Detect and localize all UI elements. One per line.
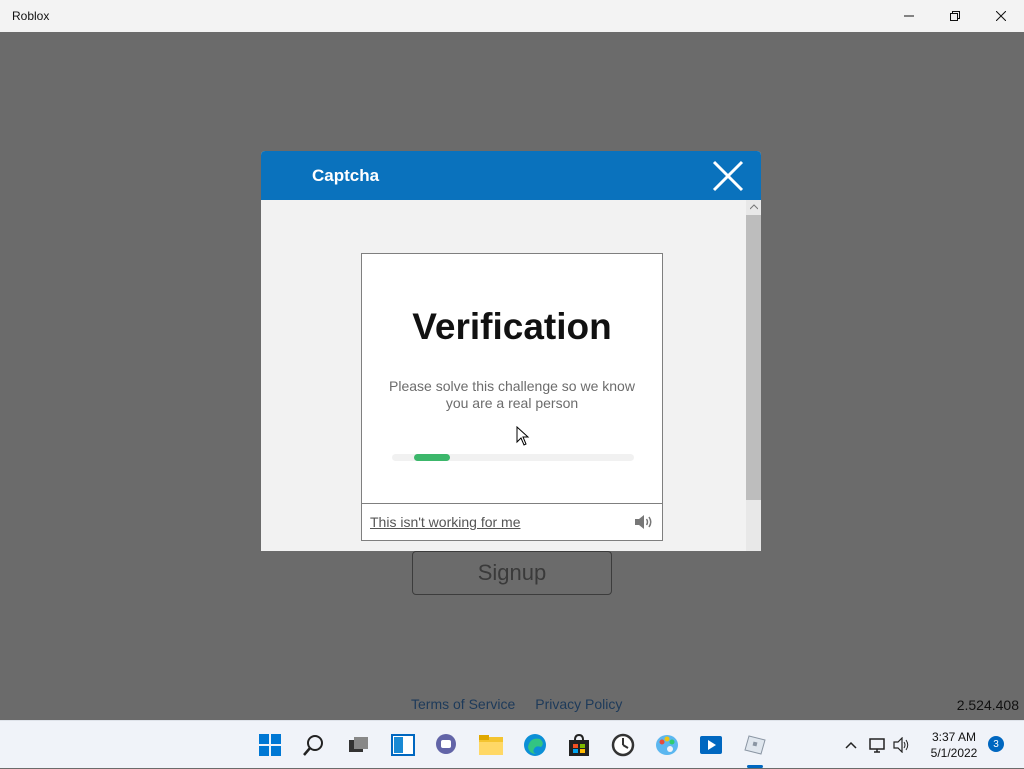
- system-tray: [842, 721, 914, 769]
- minimize-button[interactable]: [886, 0, 932, 32]
- challenge-heading: Verification: [412, 306, 612, 347]
- terms-link[interactable]: Terms of Service: [411, 696, 515, 712]
- not-working-link[interactable]: This isn't working for me: [370, 514, 521, 530]
- clock-time: 3:37 AM: [931, 730, 977, 744]
- show-hidden-icons-button[interactable]: [842, 741, 860, 749]
- loading-progress-fill: [414, 454, 450, 461]
- privacy-link[interactable]: Privacy Policy: [535, 696, 622, 712]
- clock-date: 5/1/2022: [930, 746, 978, 760]
- windows-start-icon[interactable]: [254, 729, 286, 761]
- clock-app-icon[interactable]: [607, 729, 639, 761]
- taskbar-clock[interactable]: 3:37 AM 5/1/2022: [922, 729, 986, 761]
- audio-challenge-button[interactable]: [634, 514, 654, 530]
- captcha-close-button[interactable]: [711, 159, 745, 193]
- challenge-description: Please solve this challenge so we know y…: [389, 378, 635, 411]
- roblox-icon[interactable]: [739, 729, 771, 761]
- restore-icon: [950, 11, 960, 21]
- close-icon: [712, 160, 744, 192]
- volume-icon[interactable]: [890, 737, 914, 753]
- edge-icon[interactable]: [519, 729, 551, 761]
- captcha-title: Captcha: [312, 165, 380, 185]
- modal-scrollbar[interactable]: [746, 200, 761, 551]
- media-player-icon[interactable]: [695, 729, 727, 761]
- chevron-up-icon: [845, 741, 857, 749]
- signup-button[interactable]: Signup: [412, 551, 612, 595]
- notification-count-badge[interactable]: 3: [988, 736, 1004, 752]
- minimize-icon: [904, 15, 914, 17]
- window-controls: [886, 0, 1024, 32]
- challenge-frame: Verification Please solve this challenge…: [361, 253, 663, 541]
- footer-links: Terms of Service Privacy Policy: [411, 696, 622, 712]
- task-view-icon[interactable]: [342, 729, 374, 761]
- scroll-thumb[interactable]: [746, 215, 761, 500]
- paint-icon[interactable]: [651, 729, 683, 761]
- window-title: Roblox: [12, 9, 50, 23]
- mouse-cursor-icon: [516, 426, 530, 446]
- teams-chat-icon[interactable]: [430, 729, 462, 761]
- challenge-footer: This isn't working for me: [362, 503, 662, 540]
- loading-progress-bar: [392, 454, 634, 461]
- chevron-up-icon: [749, 204, 758, 210]
- widgets-icon[interactable]: [387, 729, 419, 761]
- close-window-button[interactable]: [978, 0, 1024, 32]
- captcha-body: Verification Please solve this challenge…: [261, 200, 761, 551]
- scroll-up-button[interactable]: [746, 200, 761, 214]
- store-icon[interactable]: [563, 729, 595, 761]
- captcha-header: Captcha: [261, 151, 761, 200]
- close-icon: [996, 11, 1006, 21]
- search-icon[interactable]: [298, 729, 330, 761]
- speaker-icon: [635, 515, 652, 529]
- restore-button[interactable]: [932, 0, 978, 32]
- version-label: 2.524.408: [956, 697, 1019, 713]
- file-explorer-icon[interactable]: [475, 729, 507, 761]
- window-titlebar: Roblox: [0, 0, 1024, 32]
- network-icon[interactable]: [866, 737, 890, 753]
- captcha-modal: Captcha Verification Please solve this c…: [261, 151, 761, 551]
- taskbar: 3:37 AM 5/1/2022: [0, 720, 1024, 768]
